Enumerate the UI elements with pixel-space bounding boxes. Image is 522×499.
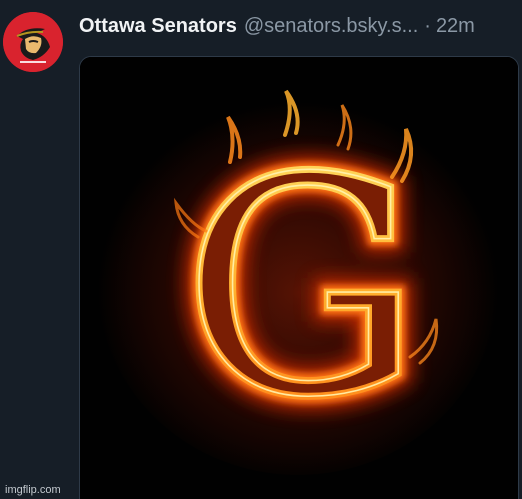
header-separator: · (424, 15, 431, 37)
avatar[interactable] (3, 12, 63, 72)
post-image-embed[interactable]: G G G G (79, 56, 519, 499)
author-display-name[interactable]: Ottawa Senators (79, 12, 237, 40)
author-handle[interactable]: @senators.bsky.s... (244, 12, 418, 40)
post-item[interactable]: Ottawa Senators @senators.bsky.s... · 22… (0, 0, 522, 499)
post-timestamp[interactable]: 22m (436, 12, 475, 40)
flaming-letter-g-image: G G G G (80, 57, 518, 499)
imgflip-watermark: imgflip.com (5, 484, 61, 496)
post-header: Ottawa Senators @senators.bsky.s... · 22… (79, 12, 475, 40)
svg-text:G: G (182, 114, 422, 463)
ottawa-senators-logo-icon (3, 12, 63, 72)
flaming-letter-g: G G G G (168, 100, 436, 477)
